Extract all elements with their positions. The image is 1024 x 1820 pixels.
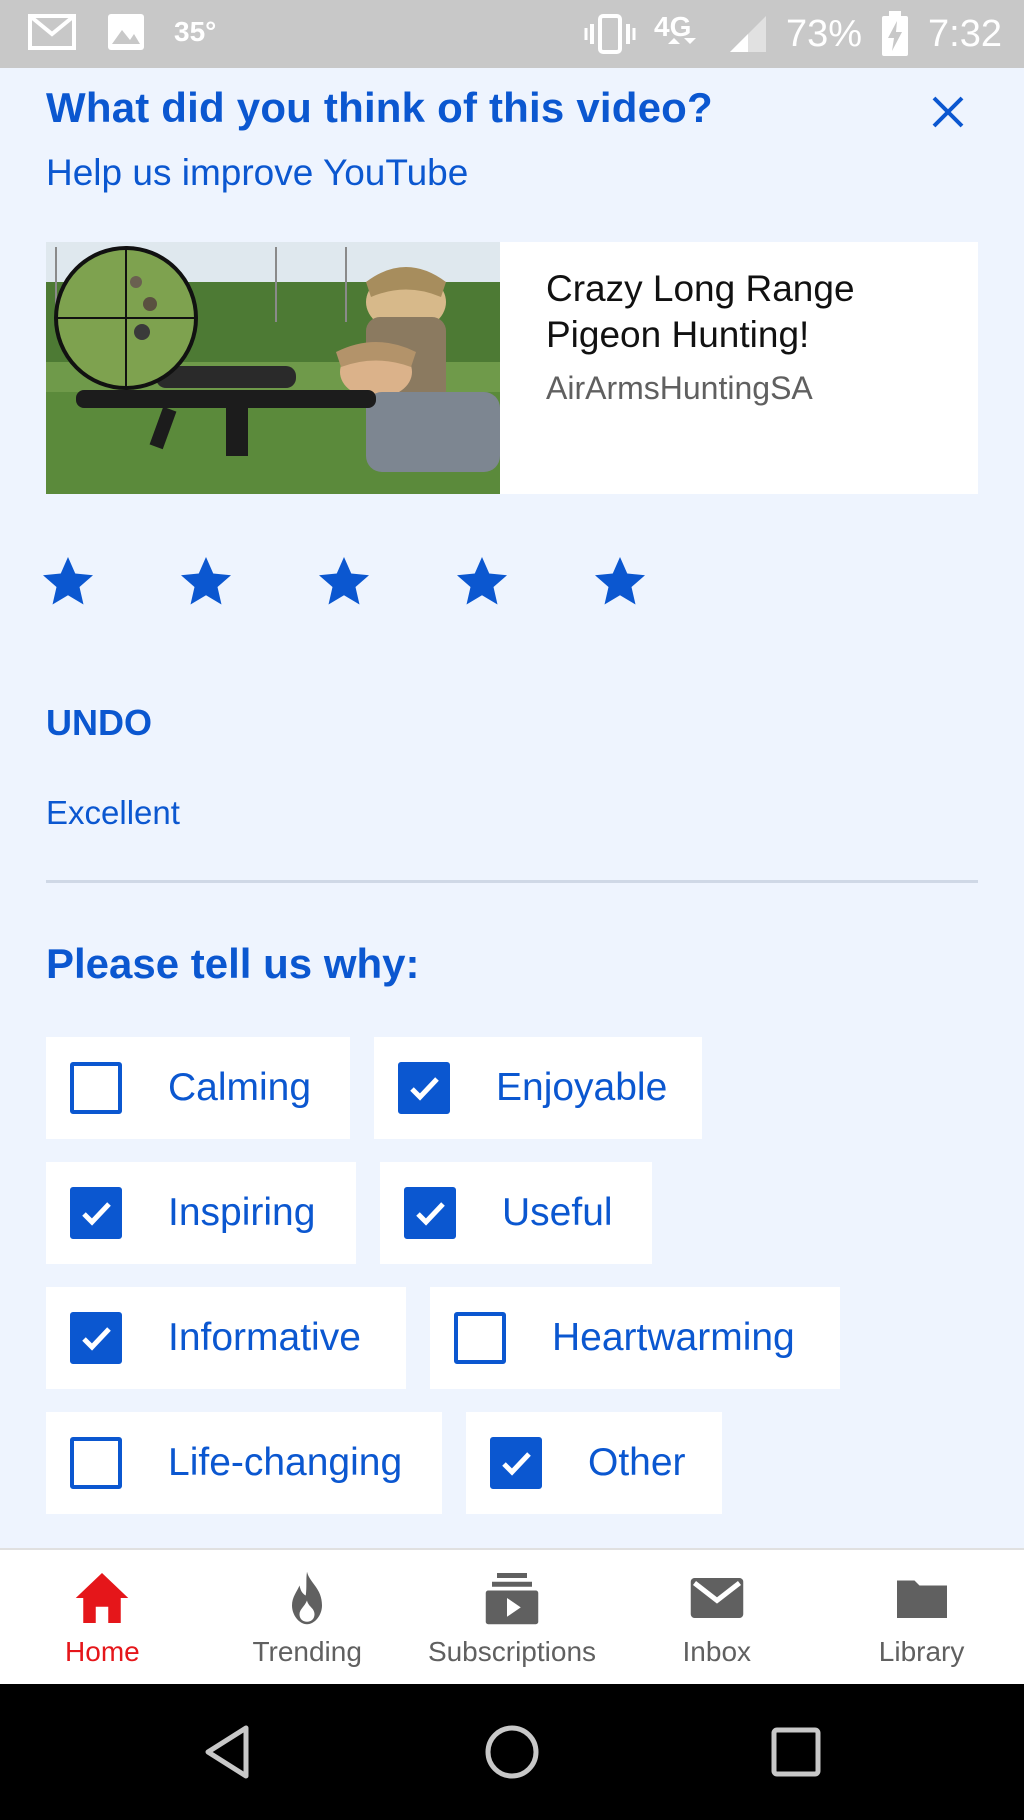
svg-text:4G: 4G [654, 11, 691, 42]
nav-label: Subscriptions [427, 1636, 597, 1667]
recents-icon[interactable] [766, 1722, 826, 1782]
signal-icon [729, 16, 766, 52]
reason-chip-enjoyable[interactable]: Enjoyable [374, 1037, 702, 1139]
subscriptions-icon [485, 1573, 539, 1625]
undo-button[interactable]: UNDO [46, 702, 152, 744]
nav-label: Inbox [682, 1636, 752, 1667]
star-icon[interactable] [590, 552, 650, 612]
star-icon[interactable] [176, 552, 236, 612]
reason-label: Other [588, 1441, 686, 1484]
checkbox-checked[interactable] [404, 1187, 456, 1239]
reason-label: Inspiring [168, 1191, 316, 1234]
star-icon[interactable] [314, 552, 374, 612]
reasons-heading: Please tell us why: [46, 940, 420, 987]
checkmark-icon [416, 1202, 445, 1226]
mail-icon [690, 1578, 744, 1618]
video-title[interactable]: Crazy Long Range Pigeon Hunting! [546, 266, 946, 358]
gmail-icon [28, 14, 76, 50]
reason-chip-informative[interactable]: Informative [46, 1287, 406, 1389]
checkmark-icon [410, 1077, 439, 1101]
video-meta: Crazy Long Range Pigeon Hunting! AirArms… [500, 242, 946, 494]
checkmark-icon [82, 1327, 111, 1351]
rating-label: Excellent [46, 794, 180, 831]
reason-chip-inspiring[interactable]: Inspiring [46, 1162, 356, 1264]
reason-label: Calming [168, 1066, 312, 1109]
nav-item-subscriptions[interactable]: Subscriptions [410, 1550, 615, 1684]
feedback-title: What did you think of this video? [46, 84, 713, 131]
image-icon [108, 14, 144, 50]
nav-item-trending[interactable]: Trending [205, 1550, 410, 1684]
checkbox[interactable] [70, 1062, 122, 1114]
nav-item-library[interactable]: Library [819, 1550, 1024, 1684]
4g-lte-icon: 4G [654, 11, 696, 44]
bottom-nav: Home Trending Subscriptions Inbox Librar… [0, 1548, 1024, 1684]
hunting-scene-image [46, 242, 500, 494]
checkbox-checked[interactable] [70, 1187, 122, 1239]
home-circle-icon[interactable] [482, 1722, 542, 1782]
nav-item-inbox[interactable]: Inbox [614, 1550, 819, 1684]
system-nav-bar [0, 1684, 1024, 1820]
reason-chip-useful[interactable]: Useful [380, 1162, 652, 1264]
vibrate-icon [584, 14, 636, 54]
star-icon[interactable] [452, 552, 512, 612]
divider [46, 880, 978, 883]
folder-icon [896, 1580, 947, 1618]
feedback-subtitle: Help us improve YouTube [46, 152, 469, 193]
feedback-panel: What did you think of this video? Help u… [0, 68, 1024, 1548]
nav-item-home[interactable]: Home [0, 1550, 205, 1684]
nav-label: Home [65, 1636, 140, 1667]
clock: 7:32 [928, 12, 1002, 55]
video-card[interactable]: Crazy Long Range Pigeon Hunting! AirArms… [46, 242, 978, 494]
battery-charging-icon [882, 11, 909, 56]
checkbox[interactable] [70, 1437, 122, 1489]
checkbox-checked[interactable] [490, 1437, 542, 1489]
status-bar: 35° 4G 73% 7:32 [0, 0, 1024, 68]
checkbox[interactable] [454, 1312, 506, 1364]
reason-label: Informative [168, 1316, 361, 1359]
nav-label: Library [878, 1636, 965, 1667]
reason-chip-life-changing[interactable]: Life-changing [46, 1412, 442, 1514]
video-channel: AirArmsHuntingSA [546, 370, 813, 406]
close-icon[interactable] [924, 88, 972, 136]
home-icon [76, 1573, 129, 1623]
reason-label: Life-changing [168, 1441, 403, 1484]
temperature-text: 35° [174, 16, 217, 47]
flame-icon [292, 1571, 323, 1625]
reason-label: Useful [502, 1191, 613, 1234]
checkmark-icon [82, 1202, 111, 1226]
checkbox-checked[interactable] [70, 1312, 122, 1364]
back-icon[interactable] [198, 1722, 258, 1782]
reason-chip-other[interactable]: Other [466, 1412, 722, 1514]
battery-percent: 73% [785, 12, 863, 55]
reason-label: Enjoyable [496, 1066, 668, 1109]
checkbox-checked[interactable] [398, 1062, 450, 1114]
star-rating [38, 552, 650, 612]
video-thumbnail[interactable] [46, 242, 500, 494]
reason-chip-heartwarming[interactable]: Heartwarming [430, 1287, 840, 1389]
checkmark-icon [502, 1452, 531, 1476]
reason-chip-calming[interactable]: Calming [46, 1037, 350, 1139]
reason-label: Heartwarming [552, 1316, 795, 1359]
nav-label: Trending [252, 1636, 362, 1667]
star-icon[interactable] [38, 552, 98, 612]
